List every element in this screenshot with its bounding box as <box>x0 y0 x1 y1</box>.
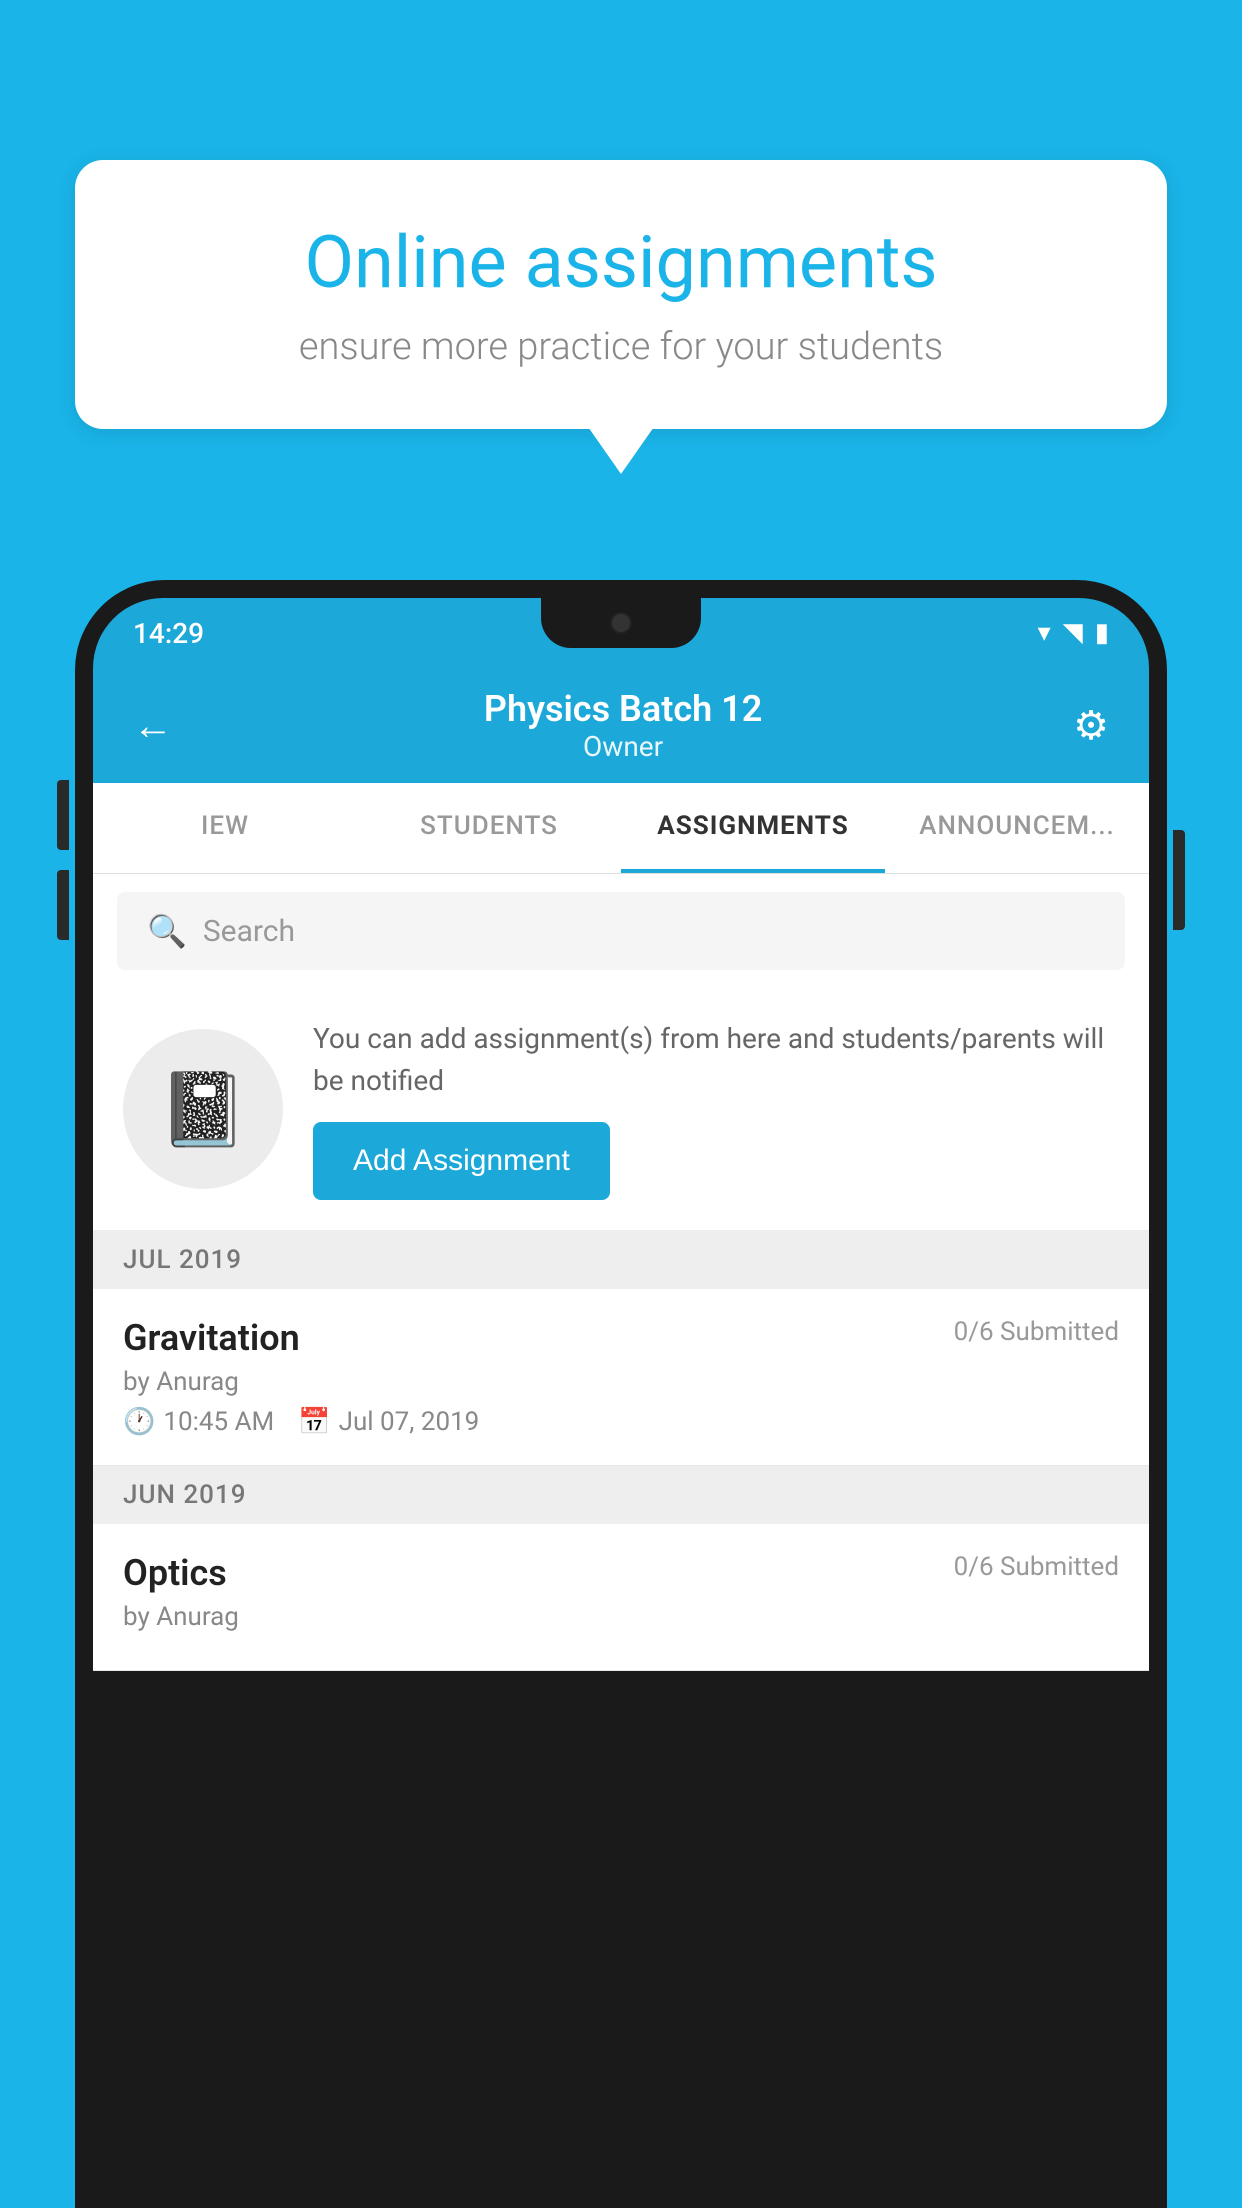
assignment-by: by Anurag <box>123 1367 1119 1397</box>
calendar-icon: 📅 <box>298 1407 330 1437</box>
phone-frame: 14:29 ▾ ◥ ▮ ← Physics Batch 12 Owner ⚙ I… <box>75 580 1167 2208</box>
tab-assignments[interactable]: ASSIGNMENTS <box>621 783 885 873</box>
battery-icon: ▮ <box>1095 618 1109 648</box>
vol-down-button <box>57 870 69 940</box>
promo-card: Online assignments ensure more practice … <box>75 160 1167 429</box>
assignment-meta: 🕐 10:45 AM 📅 Jul 07, 2019 <box>123 1407 1119 1437</box>
tab-announcements[interactable]: ANNOUNCEM... <box>885 783 1149 873</box>
assignment-submitted: 0/6 Submitted <box>954 1317 1119 1347</box>
assignment-time-value: 10:45 AM <box>163 1407 274 1437</box>
search-icon: 🔍 <box>147 912 187 950</box>
assignment-name: Gravitation <box>123 1317 300 1359</box>
speech-bubble: Online assignments ensure more practice … <box>75 160 1167 429</box>
promo-text: You can add assignment(s) from here and … <box>313 1018 1119 1200</box>
assignment-by-optics: by Anurag <box>123 1602 1119 1632</box>
phone-wrapper: 14:29 ▾ ◥ ▮ ← Physics Batch 12 Owner ⚙ I… <box>75 580 1167 2208</box>
app-header: ← Physics Batch 12 Owner ⚙ <box>93 668 1149 783</box>
phone-screen: 🔍 Search 📓 You can add assignment(s) fro… <box>93 874 1149 1671</box>
camera-icon <box>610 612 632 634</box>
add-assignment-button[interactable]: Add Assignment <box>313 1122 610 1200</box>
search-placeholder: Search <box>203 914 295 949</box>
assignment-illustration: 📓 <box>123 1029 283 1189</box>
back-button[interactable]: ← <box>133 702 173 749</box>
notch <box>541 598 701 648</box>
batch-title: Physics Batch 12 <box>484 688 762 730</box>
assignment-item-gravitation[interactable]: Gravitation 0/6 Submitted by Anurag 🕐 10… <box>93 1289 1149 1466</box>
wifi-icon: ▾ <box>1038 618 1051 648</box>
search-bar: 🔍 Search <box>93 874 1149 988</box>
assignment-item-optics[interactable]: Optics 0/6 Submitted by Anurag <box>93 1524 1149 1671</box>
promo-subtitle: ensure more practice for your students <box>155 325 1087 369</box>
settings-button[interactable]: ⚙ <box>1073 702 1109 749</box>
assignment-item-header: Gravitation 0/6 Submitted <box>123 1317 1119 1359</box>
status-icons: ▾ ◥ ▮ <box>1038 618 1109 648</box>
promo-title: Online assignments <box>155 220 1087 305</box>
assignment-name-optics: Optics <box>123 1552 227 1594</box>
status-time: 14:29 <box>133 617 204 650</box>
status-bar: 14:29 ▾ ◥ ▮ <box>93 598 1149 668</box>
search-field[interactable]: 🔍 Search <box>117 892 1125 970</box>
clock-icon: 🕐 <box>123 1407 155 1437</box>
batch-subtitle: Owner <box>484 730 762 763</box>
tab-students[interactable]: STUDENTS <box>357 783 621 873</box>
promo-description: You can add assignment(s) from here and … <box>313 1018 1119 1102</box>
section-header-jun: JUN 2019 <box>93 1466 1149 1524</box>
section-header-jul: JUL 2019 <box>93 1231 1149 1289</box>
assignment-item-header-optics: Optics 0/6 Submitted <box>123 1552 1119 1594</box>
assignment-date-value: Jul 07, 2019 <box>339 1407 480 1437</box>
tab-bar: IEW STUDENTS ASSIGNMENTS ANNOUNCEM... <box>93 783 1149 874</box>
tab-iew[interactable]: IEW <box>93 783 357 873</box>
power-button <box>1173 830 1185 930</box>
assignment-submitted-optics: 0/6 Submitted <box>954 1552 1119 1582</box>
vol-up-button <box>57 780 69 850</box>
notebook-icon: 📓 <box>158 1067 248 1152</box>
signal-icon: ◥ <box>1063 618 1083 648</box>
assignment-date: 📅 Jul 07, 2019 <box>298 1407 479 1437</box>
header-title-group: Physics Batch 12 Owner <box>484 688 762 763</box>
assignment-time: 🕐 10:45 AM <box>123 1407 274 1437</box>
add-assignment-promo: 📓 You can add assignment(s) from here an… <box>93 988 1149 1231</box>
